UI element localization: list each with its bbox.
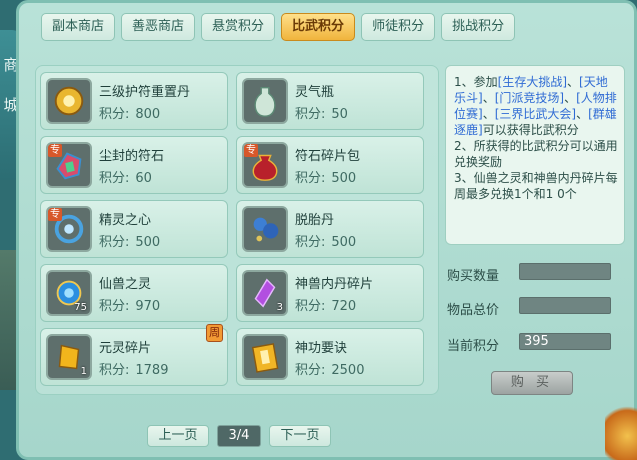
item-name: 元灵碎片 <box>99 341 152 356</box>
spirit-heart-icon: 专 <box>46 206 92 252</box>
item-slot[interactable]: 1 元灵碎片 积分: 1789 周 <box>40 324 228 386</box>
item-slot[interactable]: 三级护符重置丹 积分: 800 <box>40 72 228 130</box>
item-price: 积分: 50 <box>295 107 348 122</box>
tab-challenge-points[interactable]: 挑战积分 <box>441 13 516 41</box>
stack-count: 75 <box>74 302 87 313</box>
red-bag-icon: 专 <box>242 142 288 188</box>
item-price: 积分: 2500 <box>295 363 365 378</box>
item-price: 积分: 500 <box>295 235 357 250</box>
tab-karma-shop[interactable]: 善恶商店 <box>121 13 196 41</box>
item-name: 灵气瓶 <box>295 85 335 100</box>
item-price: 积分: 800 <box>99 107 161 122</box>
exclusive-badge: 专 <box>48 144 62 157</box>
tab-arena-points[interactable]: 比武积分 <box>281 13 356 41</box>
exchange-panel: 副本商店 善恶商店 悬赏积分 比武积分 师徒积分 挑战积分 三级护符重置丹 积分… <box>16 0 637 460</box>
current-points-row: 当前积分 395 <box>445 333 625 354</box>
tab-dungeon-shop[interactable]: 副本商店 <box>41 13 116 41</box>
item-price: 积分: 60 <box>99 171 152 186</box>
item-price: 积分: 1789 <box>99 363 169 378</box>
item-name: 符石碎片包 <box>295 149 361 164</box>
tab-mentor-points[interactable]: 师徒积分 <box>361 13 436 41</box>
gold-amulet-icon <box>46 78 92 124</box>
item-name: 三级护符重置丹 <box>99 85 191 100</box>
total-price-field <box>519 297 611 314</box>
corner-decoration <box>605 400 637 460</box>
current-points-label: 当前积分 <box>447 339 500 354</box>
rules-info-box: 1、参加[生存大挑战]、[天地乐斗]、[门派竞技场]、[人物排位赛]、[三界比武… <box>445 65 625 245</box>
item-slot[interactable]: 75 仙兽之灵 积分: 970 <box>40 264 228 322</box>
buy-button[interactable]: 购 买 <box>491 371 573 395</box>
manual-book-icon <box>242 334 288 380</box>
total-label: 物品总价 <box>447 303 500 318</box>
exclusive-badge: 专 <box>244 144 258 157</box>
tab-bounty-points[interactable]: 悬赏积分 <box>201 13 276 41</box>
item-slot[interactable]: 灵气瓶 积分: 50 <box>236 72 424 130</box>
item-slot[interactable]: 神功要诀 积分: 2500 <box>236 328 424 386</box>
item-slot[interactable]: 专 尘封的符石 积分: 60 <box>40 136 228 194</box>
item-price: 积分: 500 <box>295 171 357 186</box>
item-name: 神兽内丹碎片 <box>295 277 374 292</box>
exclusive-badge: 专 <box>48 208 62 221</box>
stack-count: 3 <box>276 302 283 313</box>
next-page-button[interactable]: 下一页 <box>269 425 331 447</box>
item-name: 精灵之心 <box>99 213 152 228</box>
item-name: 神功要诀 <box>295 341 348 356</box>
item-name: 仙兽之灵 <box>99 277 152 292</box>
item-price: 积分: 970 <box>99 299 161 314</box>
quantity-label: 购买数量 <box>447 269 500 284</box>
gold-shard-icon: 1 <box>46 334 92 380</box>
quantity-input[interactable] <box>519 263 611 280</box>
quantity-row: 购买数量 <box>445 263 625 284</box>
side-decoration <box>0 250 16 390</box>
item-slot[interactable]: 专 符石碎片包 积分: 500 <box>236 136 424 194</box>
weekly-limit-badge: 周 <box>206 324 223 342</box>
item-price: 积分: 720 <box>295 299 357 314</box>
beast-spirit-icon: 75 <box>46 270 92 316</box>
item-price: 积分: 500 <box>99 235 161 250</box>
item-name: 脱胎丹 <box>295 213 335 228</box>
rune-stone-icon: 专 <box>46 142 92 188</box>
page-indicator: 3/4 <box>217 425 261 447</box>
total-row: 物品总价 <box>445 297 625 318</box>
purple-crystal-icon: 3 <box>242 270 288 316</box>
pill-icon <box>242 206 288 252</box>
item-grid: 三级护符重置丹 积分: 800 灵气瓶 积分: 50 专 尘封的符石 积分: 60 专… <box>35 65 439 395</box>
prev-page-button[interactable]: 上一页 <box>147 425 209 447</box>
shop-tabs: 副本商店 善恶商店 悬赏积分 比武积分 师徒积分 挑战积分 <box>41 13 516 41</box>
current-points-field: 395 <box>519 333 611 350</box>
item-slot[interactable]: 3 神兽内丹碎片 积分: 720 <box>236 264 424 322</box>
item-name: 尘封的符石 <box>99 149 165 164</box>
item-slot[interactable]: 脱胎丹 积分: 500 <box>236 200 424 258</box>
stack-count: 1 <box>80 366 87 377</box>
jade-vase-icon <box>242 78 288 124</box>
item-slot[interactable]: 专 精灵之心 积分: 500 <box>40 200 228 258</box>
